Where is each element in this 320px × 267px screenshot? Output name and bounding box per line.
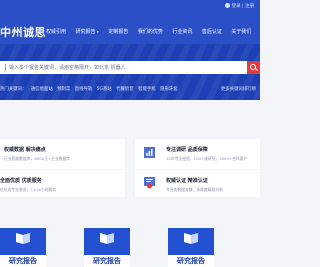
search-button[interactable] (247, 61, 260, 74)
hot-keyword[interactable]: 直线导轨 (75, 87, 93, 92)
report-title: 研究报告 (9, 257, 37, 265)
hot-keyword[interactable]: 通信地面站 (31, 87, 53, 92)
chart-doc-icon (144, 147, 155, 158)
feature-card: 专注调研 品质保障 15年专注经验，100+调研员，1000+合作客户 (135, 139, 260, 169)
feature-title: 专注调研 品质保障 (166, 147, 208, 153)
search-input[interactable]: 输入多个报告关键词，请用空格隔开，如北京 机器人 (0, 61, 247, 74)
feature-title: 全面优质 优质服务 (0, 178, 42, 184)
feature-subtitle: 15年专注经验，100+调研员，1000+合作客户 (166, 156, 248, 161)
user-links[interactable]: 登录 | 注册 (224, 3, 254, 9)
feature-card: 全面优质 优质服务 优化的专业服务，7×24小时服务 (0, 170, 125, 197)
feature-title: 权威认证 精准认证 (166, 178, 208, 184)
nav-item-about[interactable]: 关于我们 (231, 28, 251, 35)
report-cover[interactable]: 研究报告 (0, 228, 46, 267)
search-placeholder: 输入多个报告关键词，请用空格隔开，如北京 机器人 (9, 65, 126, 72)
certificate-icon (144, 177, 155, 189)
feature-subtitle: 行业权威数据库，8000万+企业数据库 (4, 156, 70, 161)
hot-keyword[interactable]: 智能手机 (138, 87, 156, 92)
user-icon (224, 3, 230, 8)
hot-keyword[interactable]: 预制菜 (57, 87, 70, 92)
nav-item-news[interactable]: 行业资讯 (172, 28, 192, 35)
feature-card: 权威认证 精准认证 专业的数据支撑，多维度精准分析 (135, 170, 260, 197)
report-cover[interactable]: 研究报告 (168, 228, 214, 267)
main-nav: 权威引用 研究报告 定制报告 我们的优势 行业资讯 售后认证 关于我们 (46, 28, 261, 35)
nav-item-custom[interactable]: 定制报告 (108, 28, 128, 35)
book-icon (16, 233, 30, 244)
nav-item-advantages[interactable]: 我们的优势 (138, 28, 163, 35)
search-banner: 输入多个报告关键词，请用空格隔开，如北京 机器人 热门关键词： 通信地面站 预制… (0, 44, 260, 100)
feature-card: 权威数据 解决痛点 行业权威数据库，8000万+企业数据库 (0, 139, 125, 169)
site-header: 登录 | 注册 中州诚思 权威引用 研究报告 定制报告 我们的优势 行业资讯 售… (0, 0, 260, 44)
feature-subtitle: 专业的数据支撑，多维度精准分析 (166, 187, 223, 192)
book-icon (184, 233, 198, 244)
hot-keyword[interactable]: 代餐奶昔 (116, 87, 134, 92)
hot-keywords-label: 热门关键词： (0, 87, 27, 92)
nav-item-citations[interactable]: 权威引用 (46, 28, 66, 35)
report-title: 研究报告 (177, 257, 205, 265)
nav-item-after-sales[interactable]: 售后认证 (202, 28, 222, 35)
hot-keyword[interactable]: 5G基站 (97, 87, 112, 92)
feature-subtitle: 优化的专业服务，7×24小时服务 (0, 187, 56, 192)
more-keywords-link[interactable]: 更多关键词排行榜 (221, 86, 256, 92)
site-logo[interactable]: 中州诚思 (0, 24, 46, 40)
feature-title: 权威数据 解决痛点 (4, 147, 46, 153)
hot-keyword[interactable]: 隐形牙套 (160, 87, 178, 92)
search-divider (5, 64, 6, 71)
nav-item-reports[interactable]: 研究报告 (76, 28, 99, 35)
book-icon (100, 233, 114, 244)
report-title: 研究报告 (93, 257, 121, 265)
report-cover[interactable]: 研究报告 (84, 228, 130, 267)
hot-keywords: 热门关键词： 通信地面站 预制菜 直线导轨 5G基站 代餐奶昔 智能手机 隐形牙… (0, 86, 178, 92)
